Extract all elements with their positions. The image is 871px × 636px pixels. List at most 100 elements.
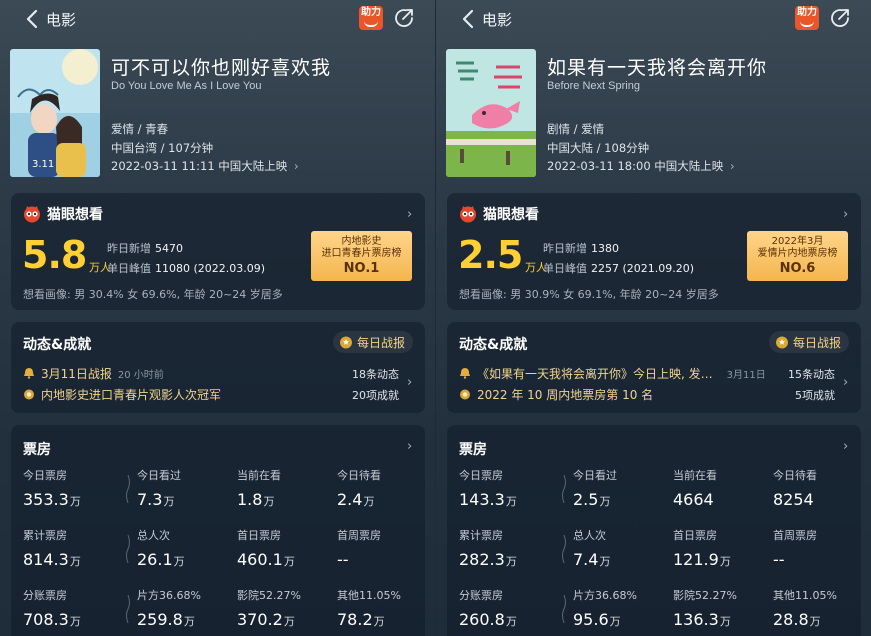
maoyan-cat-icon: [460, 206, 476, 223]
box-office-card[interactable]: 票房 › 今日票房 143.3万 今日看过 2.5万 当前在看 4664 今日待看 82…: [447, 425, 861, 636]
box-cell-number: 1.8: [237, 490, 263, 509]
box-cell-number: 460.1: [237, 550, 283, 569]
daily-peak: 单日峰值 2257 (2021.09.20): [543, 260, 694, 276]
bell-icon: [460, 368, 470, 379]
box-cell-number: 260.8: [459, 610, 505, 629]
news-count: 18条动态: [352, 368, 399, 381]
box-cell-unit: 万: [505, 495, 517, 508]
box-cell-label: 今日看过: [573, 469, 617, 482]
news-row-achievement-text: 2022 年 10 周内地票房第 10 名: [477, 387, 654, 402]
news-row-report[interactable]: 3月11日战报 20 小时前: [23, 365, 164, 381]
chevron-right-icon: ›: [843, 207, 849, 222]
movie-english-title: Do You Love Me As I Love You: [111, 80, 262, 92]
box-cell-value: 143.3万: [459, 490, 559, 509]
box-cell-label: 其他11.05%: [773, 589, 837, 602]
daily-peak-label: 单日峰值: [543, 262, 587, 275]
daily-report-button[interactable]: 每日战报: [768, 331, 849, 353]
daily-report-button[interactable]: 每日战报: [332, 331, 413, 353]
ranking-number: NO.6: [779, 261, 816, 276]
news-row-report[interactable]: 《如果有一天我将会离开你》今日上映, 发… 3月11日: [459, 365, 766, 381]
box-office-title: 票房: [459, 442, 487, 458]
box-cell-number: 26.1: [137, 550, 173, 569]
want-header: 猫眼想看: [459, 205, 539, 223]
box-cell-value: 121.9万: [673, 550, 773, 569]
news-achievements-card[interactable]: 动态&成就 每日战报 3月11日战报 20 小时前 内地影史进口青春片观影人次冠…: [11, 322, 425, 413]
medal-icon: [775, 336, 788, 349]
daily-report-label: 每日战报: [792, 335, 841, 350]
box-cell-value: 259.8万: [137, 610, 237, 629]
box-cell-opening-day: 首日票房 460.1万: [237, 527, 337, 569]
box-cell-to-watch: 今日待看 2.4万: [337, 467, 435, 509]
box-cell-unit: 万: [719, 615, 731, 628]
movie-header: 如果有一天我将会离开你 Before Next Spring 剧情 / 爱情 中…: [446, 49, 866, 179]
box-cell-number: 28.8: [773, 610, 809, 629]
want-header: 猫眼想看: [23, 205, 103, 223]
box-cell-opening-week: 首周票房 --: [773, 527, 871, 569]
box-cell-number: --: [773, 550, 785, 569]
chevron-right-icon: ›: [843, 439, 849, 454]
box-cell-number: 282.3: [459, 550, 505, 569]
box-cell-label: 当前在看: [673, 469, 717, 482]
box-cell-value: 282.3万: [459, 550, 559, 569]
box-cell-value: 370.2万: [237, 610, 337, 629]
movie-release-text: 2022-03-11 11:11 中国大陆上映: [111, 159, 288, 173]
want-to-see-card[interactable]: 猫眼想看 › 5.8 万人 昨日新增 5470 单日峰值 11080 (2022.0…: [11, 193, 425, 310]
help-boost-button[interactable]: 助力: [359, 6, 383, 30]
box-cell-today-gross: 今日票房 143.3万: [459, 467, 559, 509]
medal-icon: [339, 336, 352, 349]
box-cell-label: 今日票房: [459, 469, 503, 482]
back-arrow-icon[interactable]: [22, 8, 44, 30]
ranking-line2: 爱情片内地票房榜: [757, 248, 838, 259]
ranking-badge[interactable]: 2022年3月 爱情片内地票房榜 NO.6: [747, 231, 848, 281]
news-row-achievement[interactable]: 内地影史进口青春片观影人次冠军: [23, 386, 221, 402]
chevron-right-icon: ›: [293, 159, 299, 173]
box-cell-today-watched: 今日看过 2.5万: [573, 467, 673, 509]
help-boost-button[interactable]: 助力: [795, 6, 819, 30]
movie-title: 可不可以你也刚好喜欢我: [111, 57, 332, 79]
box-office-card[interactable]: 票房 › 今日票房 353.3万 今日看过 7.3万 当前在看 1.8万 今日待看 2.…: [11, 425, 425, 636]
box-cell-label: 分账票房: [459, 589, 503, 602]
box-cell-value: 353.3万: [23, 490, 123, 509]
box-office-title: 票房: [23, 442, 51, 458]
ranking-number: NO.1: [343, 261, 380, 276]
movie-release[interactable]: 2022-03-11 18:00 中国大陆上映 ›: [547, 158, 735, 174]
box-cell-number: 143.3: [459, 490, 505, 509]
news-row-report-time: 3月11日: [726, 369, 766, 381]
column-divider: [562, 474, 566, 624]
news-achievements-card[interactable]: 动态&成就 每日战报 《如果有一天我将会离开你》今日上映, 发… 3月11日 2…: [447, 322, 861, 413]
movie-poster[interactable]: [446, 49, 536, 177]
box-cell-unit: 万: [599, 555, 611, 568]
box-cell-producer-share: 片方36.68% 95.6万: [573, 587, 673, 629]
audience-portrait: 想看画像: 男 30.9% 女 69.1%, 年龄 20~24 岁居多: [459, 288, 719, 301]
chevron-right-icon: ›: [407, 439, 413, 454]
top-bar: 电影 助力: [0, 0, 435, 38]
box-cell-value: --: [337, 550, 435, 569]
news-row-achievement-text: 内地影史进口青春片观影人次冠军: [41, 387, 222, 402]
box-cell-unit: 万: [373, 615, 385, 628]
movie-title: 如果有一天我将会离开你: [547, 57, 768, 79]
yesterday-new-value: 5470: [155, 242, 183, 255]
news-row-achievement[interactable]: 2022 年 10 周内地票房第 10 名: [459, 386, 653, 402]
want-to-see-card[interactable]: 猫眼想看 › 2.5 万人 昨日新增 1380 单日峰值 2257 (2021.09…: [447, 193, 861, 310]
movie-poster[interactable]: 3.11: [10, 49, 100, 177]
back-arrow-icon[interactable]: [458, 8, 480, 30]
ranking-line2: 进口青春片票房榜: [321, 248, 402, 259]
share-icon[interactable]: [828, 6, 852, 30]
box-cell-today-watched: 今日看过 7.3万: [137, 467, 237, 509]
movie-panel-right: 电影 助力 如果有一天我将会离开你 Before Next Spring 剧情 …: [436, 0, 871, 636]
daily-peak-value: 2257 (2021.09.20): [591, 262, 695, 275]
movie-release[interactable]: 2022-03-11 11:11 中国大陆上映 ›: [111, 158, 299, 174]
box-cell-label: 累计票房: [459, 529, 503, 542]
medal-icon: [24, 389, 34, 400]
box-cell-unit: 万: [69, 555, 81, 568]
ranking-badge[interactable]: 内地影史 进口青春片票房榜 NO.1: [311, 231, 412, 281]
yesterday-new-value: 1380: [591, 242, 619, 255]
nav-title: 电影: [46, 11, 77, 29]
box-cell-label: 首日票房: [237, 529, 281, 542]
box-cell-label: 片方36.68%: [573, 589, 637, 602]
box-cell-label: 首周票房: [773, 529, 817, 542]
share-icon[interactable]: [392, 6, 416, 30]
box-cell-value: 814.3万: [23, 550, 123, 569]
box-cell-unit: 万: [263, 495, 275, 508]
box-cell-value: 7.3万: [137, 490, 237, 509]
